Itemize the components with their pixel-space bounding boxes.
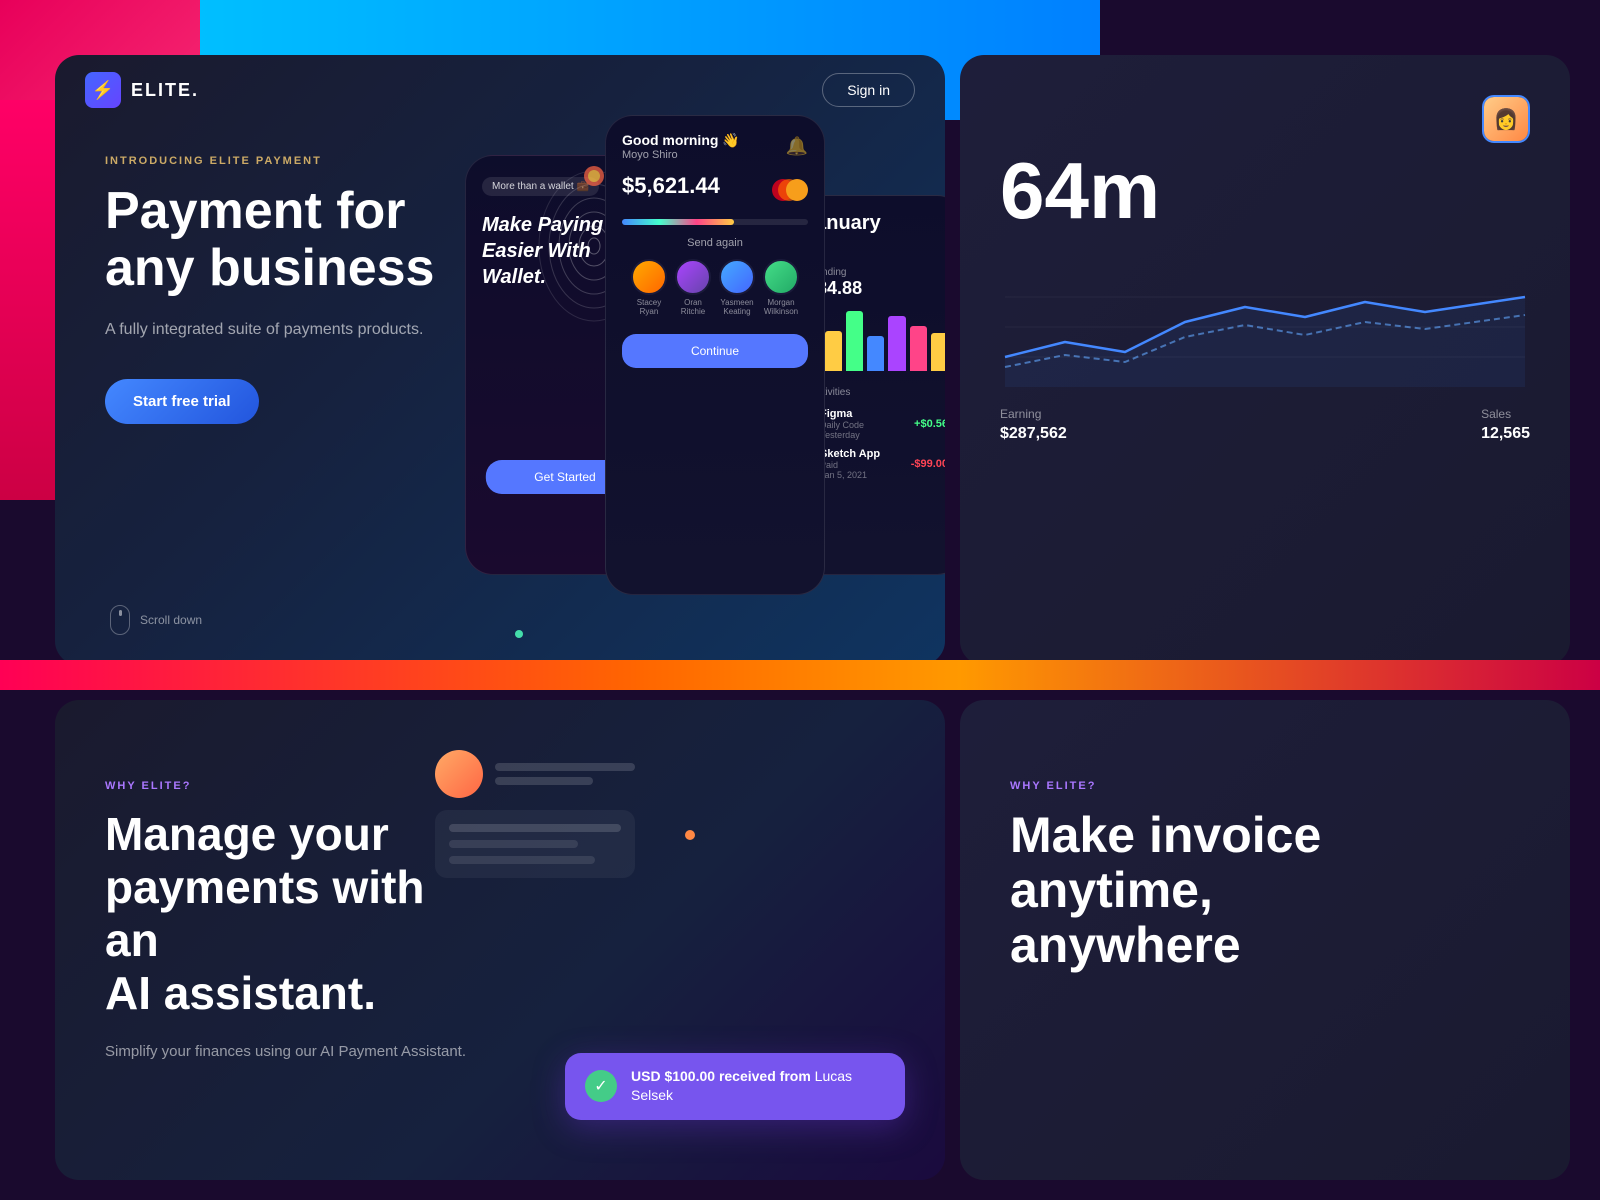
avatar-item-4: MorganWilkinson [763, 259, 799, 316]
avatar-label-3: YasmeenKeating [719, 298, 755, 316]
sketch-sub: PaidJan 5, 2021 [820, 460, 911, 480]
scroll-label: Scroll down [140, 613, 202, 627]
avatar-image: 👩 [1484, 97, 1528, 141]
illus-dot [685, 830, 695, 840]
bar-item [910, 326, 927, 371]
scroll-down: Scroll down [110, 605, 202, 635]
figma-info: Figma Daily CodeYesterday [820, 408, 914, 440]
right-top-inner: 👩 64m Earning $287,562 [960, 55, 1570, 493]
avatar-label-1: StaceyRyan [631, 298, 667, 316]
sales-value: 12,565 [1481, 425, 1530, 443]
logo-text: ELITE. [131, 80, 199, 101]
illus-line-1 [495, 763, 635, 771]
bottom-left-panel: WHY ELITE? Manage your payments with an … [55, 700, 945, 1180]
bg-blob-mid [0, 100, 60, 500]
avatar-b [675, 259, 711, 295]
bar-item [931, 333, 945, 371]
earning-label: Earning [1000, 407, 1067, 421]
avatar-item-1: StaceyRyan [631, 259, 667, 316]
logo-icon: ⚡ [85, 72, 121, 108]
why-label-left: WHY ELITE? [105, 780, 485, 792]
progress-bar [622, 219, 808, 225]
logo: ⚡ ELITE. [85, 72, 199, 108]
bar-item [888, 316, 905, 371]
bottom-right-panel: WHY ELITE? Make invoice anytime, anywher… [960, 700, 1570, 1180]
illus-profile [435, 750, 635, 798]
chart-labels: Earning $287,562 Sales 12,565 [1000, 407, 1530, 443]
earning-value: $287,562 [1000, 425, 1067, 443]
right-panel-top: 👩 64m Earning $287,562 [960, 55, 1570, 665]
illus-card-line-1 [449, 824, 621, 832]
bottom-right-title: Make invoice anytime, anywhere [1010, 808, 1520, 973]
bar-item [846, 311, 863, 371]
hero-panel: ⚡ ELITE. Sign in INTRODUCING ELITE PAYME… [55, 55, 945, 665]
bell-icon: 🔔 [786, 136, 808, 157]
hero-content: INTRODUCING ELITE PAYMENT Payment for an… [105, 155, 485, 424]
check-icon: ✓ [585, 1070, 617, 1102]
center-illustration [435, 750, 635, 1100]
illus-card-line-3 [449, 856, 595, 864]
why-label-right: WHY ELITE? [1010, 780, 1520, 792]
scroll-dot [119, 610, 122, 616]
bar-item [867, 336, 884, 371]
notification-text: USD $100.00 received from Lucas Selsek [631, 1067, 885, 1106]
hero-subtitle: A fully integrated suite of payments pro… [105, 317, 485, 343]
avatar-label-4: MorganWilkinson [763, 298, 799, 316]
navbar: ⚡ ELITE. Sign in [55, 55, 945, 125]
earning-stat: Earning $287,562 [1000, 407, 1067, 443]
scroll-icon [110, 605, 130, 635]
line-chart [1000, 267, 1530, 387]
bottom-right-content: WHY ELITE? Make invoice anytime, anywher… [960, 700, 1570, 1053]
bottom-hero-content: WHY ELITE? Manage your payments with an … [105, 780, 485, 1064]
illus-line-2 [495, 777, 593, 785]
bottom-hero-subtitle: Simplify your finances using our AI Paym… [105, 1040, 485, 1064]
user-avatar: 👩 [1482, 95, 1530, 143]
illus-card [435, 810, 635, 878]
amount-row: $5,621.44 [622, 173, 808, 207]
sketch-name: Sketch App [820, 448, 911, 460]
illus-card-line-2 [449, 840, 578, 848]
phone-center-header: Good morning 👋 Moyo Shiro 🔔 [622, 132, 808, 161]
introducing-label: INTRODUCING ELITE PAYMENT [105, 155, 485, 167]
bar-item [825, 331, 842, 371]
greeting-name: Moyo Shiro [622, 149, 740, 161]
avatar-a [631, 259, 667, 295]
mastercard-icon [772, 179, 808, 201]
continue-button[interactable]: Continue [622, 334, 808, 368]
sign-in-button[interactable]: Sign in [822, 73, 915, 107]
avatar-c [719, 259, 755, 295]
start-trial-button[interactable]: Start free trial [105, 379, 259, 424]
sales-stat: Sales 12,565 [1481, 407, 1530, 443]
avatar-label-2: OranRitchie [675, 298, 711, 316]
avatar-item-3: YasmeenKeating [719, 259, 755, 316]
big-number: 64m [1000, 145, 1530, 237]
bottom-hero-title: Manage your payments with an AI assistan… [105, 808, 485, 1020]
figma-name: Figma [820, 408, 914, 420]
phone-center: Good morning 👋 Moyo Shiro 🔔 $5,621.44 [605, 115, 825, 595]
hero-title: Payment for any business [105, 183, 485, 297]
sketch-amount: -$99.00 [911, 458, 945, 470]
notification-amount: USD $100.00 received from [631, 1068, 811, 1084]
center-amount: $5,621.44 [622, 173, 720, 199]
payment-notification: ✓ USD $100.00 received from Lucas Selsek [565, 1053, 905, 1120]
phones-container: More than a wallet 💼 Make Paying Easier … [445, 75, 945, 655]
lightning-icon: ⚡ [92, 80, 114, 101]
avatar-item-2: OranRitchie [675, 259, 711, 316]
avatars-row: StaceyRyan OranRitchie YasmeenKeating Mo… [622, 259, 808, 316]
illus-avatar [435, 750, 483, 798]
phone-center-content: Good morning 👋 Moyo Shiro 🔔 $5,621.44 [606, 116, 824, 384]
progress-fill [622, 219, 734, 225]
avatar-d [763, 259, 799, 295]
figma-sub: Daily CodeYesterday [820, 420, 914, 440]
sales-label: Sales [1481, 407, 1530, 421]
sketch-info: Sketch App PaidJan 5, 2021 [820, 448, 911, 480]
illus-lines [495, 763, 635, 785]
greeting-text: Good morning 👋 [622, 132, 740, 149]
line-chart-svg [1000, 267, 1530, 387]
send-again-label: Send again [622, 237, 808, 249]
bg-divider [0, 660, 1600, 690]
figma-amount: +$0.56 [914, 418, 945, 430]
